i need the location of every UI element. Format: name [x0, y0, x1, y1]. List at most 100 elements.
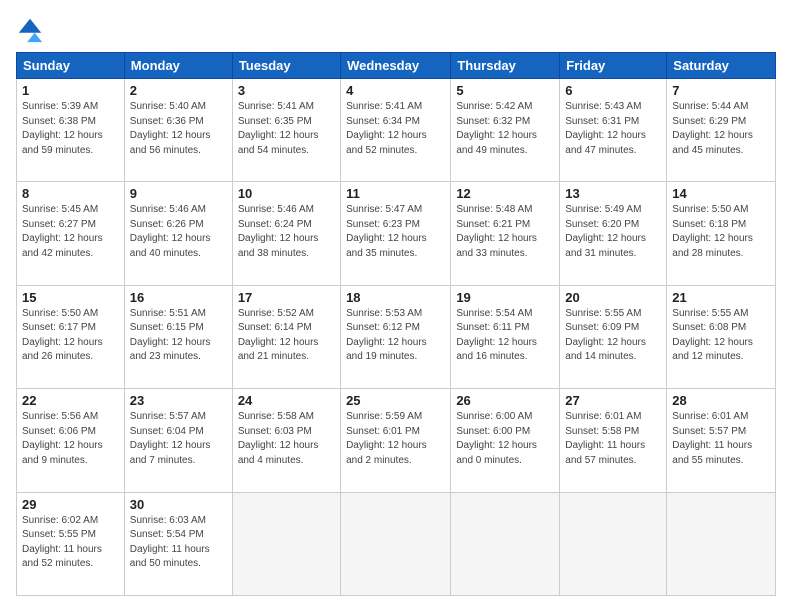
calendar-cell	[341, 492, 451, 595]
calendar-row: 1 Sunrise: 5:39 AMSunset: 6:38 PMDaylight…	[17, 79, 776, 182]
weekday-header-row: SundayMondayTuesdayWednesdayThursdayFrid…	[17, 53, 776, 79]
day-detail: Sunrise: 5:45 AMSunset: 6:27 PMDaylight:…	[22, 203, 119, 261]
day-detail: Sunrise: 5:55 AMSunset: 6:08 PMDaylight:…	[672, 307, 770, 365]
calendar-row: 29Sunrise: 6:02 AMSunset: 5:55 PMDayligh…	[17, 492, 776, 595]
day-number: 6	[565, 83, 661, 98]
day-number: 28	[672, 393, 770, 408]
calendar-cell: 30 Sunrise: 6:03 AMSunset: 5:54 PMDayligh…	[124, 492, 232, 595]
calendar-cell: 7Sunrise: 5:44 AMSunset: 6:29 PMDaylight…	[667, 79, 776, 182]
calendar-cell: 14 Sunrise: 5:50 AMSunset: 6:18 PMDayligh…	[667, 182, 776, 285]
day-detail: Sunrise: 5:40 AMSunset: 6:36 PMDaylight:…	[130, 100, 227, 158]
calendar-cell: 13 Sunrise: 5:49 AMSunset: 6:20 PMDayligh…	[560, 182, 667, 285]
weekday-header: Tuesday	[232, 53, 340, 79]
logo	[16, 16, 48, 44]
day-number: 27	[565, 393, 661, 408]
calendar-cell: 27 Sunrise: 6:01 AMSunset: 5:58 PMDayligh…	[560, 389, 667, 492]
calendar-cell	[232, 492, 340, 595]
calendar-cell: 5Sunrise: 5:42 AMSunset: 6:32 PMDaylight…	[451, 79, 560, 182]
day-number: 21	[672, 290, 770, 305]
day-number: 10	[238, 186, 335, 201]
day-number: 25	[346, 393, 445, 408]
calendar-cell: 19 Sunrise: 5:54 AMSunset: 6:11 PMDayligh…	[451, 285, 560, 388]
weekday-header: Wednesday	[341, 53, 451, 79]
calendar-cell: 12 Sunrise: 5:48 AMSunset: 6:21 PMDayligh…	[451, 182, 560, 285]
day-detail: Sunrise: 5:58 AMSunset: 6:03 PMDaylight:…	[238, 410, 335, 468]
calendar-cell: 26 Sunrise: 6:00 AMSunset: 6:00 PMDayligh…	[451, 389, 560, 492]
calendar-cell: 10 Sunrise: 5:46 AMSunset: 6:24 PMDayligh…	[232, 182, 340, 285]
day-number: 18	[346, 290, 445, 305]
weekday-header: Saturday	[667, 53, 776, 79]
day-detail: Sunrise: 5:49 AMSunset: 6:20 PMDaylight:…	[565, 203, 661, 261]
day-number: 30	[130, 497, 227, 512]
day-number: 20	[565, 290, 661, 305]
calendar-cell: 4Sunrise: 5:41 AMSunset: 6:34 PMDaylight…	[341, 79, 451, 182]
calendar-cell: 20 Sunrise: 5:55 AMSunset: 6:09 PMDayligh…	[560, 285, 667, 388]
calendar-cell: 11 Sunrise: 5:47 AMSunset: 6:23 PMDayligh…	[341, 182, 451, 285]
day-number: 16	[130, 290, 227, 305]
weekday-header: Thursday	[451, 53, 560, 79]
calendar-cell	[451, 492, 560, 595]
day-detail: Sunrise: 6:03 AMSunset: 5:54 PMDaylight:…	[130, 514, 227, 572]
day-detail: Sunrise: 5:48 AMSunset: 6:21 PMDaylight:…	[456, 203, 554, 261]
day-number: 11	[346, 186, 445, 201]
calendar-cell	[560, 492, 667, 595]
day-detail: Sunrise: 5:46 AMSunset: 6:24 PMDaylight:…	[238, 203, 335, 261]
calendar-cell: 8 Sunrise: 5:45 AMSunset: 6:27 PMDaylight…	[17, 182, 125, 285]
day-number: 13	[565, 186, 661, 201]
calendar-cell: 29Sunrise: 6:02 AMSunset: 5:55 PMDayligh…	[17, 492, 125, 595]
calendar-row: 22 Sunrise: 5:56 AMSunset: 6:06 PMDayligh…	[17, 389, 776, 492]
day-number: 8	[22, 186, 119, 201]
calendar-cell: 17 Sunrise: 5:52 AMSunset: 6:14 PMDayligh…	[232, 285, 340, 388]
day-detail: Sunrise: 6:00 AMSunset: 6:00 PMDaylight:…	[456, 410, 554, 468]
day-number: 12	[456, 186, 554, 201]
day-number: 14	[672, 186, 770, 201]
day-detail: Sunrise: 5:53 AMSunset: 6:12 PMDaylight:…	[346, 307, 445, 365]
day-number: 9	[130, 186, 227, 201]
day-number: 17	[238, 290, 335, 305]
day-detail: Sunrise: 5:50 AMSunset: 6:17 PMDaylight:…	[22, 307, 119, 365]
day-detail: Sunrise: 5:59 AMSunset: 6:01 PMDaylight:…	[346, 410, 445, 468]
day-number: 3	[238, 83, 335, 98]
day-detail: Sunrise: 5:41 AMSunset: 6:34 PMDaylight:…	[346, 100, 445, 158]
calendar-cell: 24 Sunrise: 5:58 AMSunset: 6:03 PMDayligh…	[232, 389, 340, 492]
day-detail: Sunrise: 5:50 AMSunset: 6:18 PMDaylight:…	[672, 203, 770, 261]
calendar-row: 8 Sunrise: 5:45 AMSunset: 6:27 PMDaylight…	[17, 182, 776, 285]
logo-icon	[16, 16, 44, 44]
calendar-cell: 23 Sunrise: 5:57 AMSunset: 6:04 PMDayligh…	[124, 389, 232, 492]
day-number: 26	[456, 393, 554, 408]
day-detail: Sunrise: 5:46 AMSunset: 6:26 PMDaylight:…	[130, 203, 227, 261]
day-detail: Sunrise: 5:56 AMSunset: 6:06 PMDaylight:…	[22, 410, 119, 468]
day-detail: Sunrise: 6:01 AMSunset: 5:58 PMDaylight:…	[565, 410, 661, 468]
calendar-cell: 3 Sunrise: 5:41 AMSunset: 6:35 PMDaylight…	[232, 79, 340, 182]
day-detail: Sunrise: 5:39 AMSunset: 6:38 PMDaylight:…	[22, 100, 119, 158]
header	[16, 16, 776, 44]
day-detail: Sunrise: 5:52 AMSunset: 6:14 PMDaylight:…	[238, 307, 335, 365]
day-number: 24	[238, 393, 335, 408]
day-number: 22	[22, 393, 119, 408]
calendar-cell: 2Sunrise: 5:40 AMSunset: 6:36 PMDaylight…	[124, 79, 232, 182]
day-number: 15	[22, 290, 119, 305]
day-detail: Sunrise: 5:55 AMSunset: 6:09 PMDaylight:…	[565, 307, 661, 365]
calendar-row: 15 Sunrise: 5:50 AMSunset: 6:17 PMDayligh…	[17, 285, 776, 388]
weekday-header: Monday	[124, 53, 232, 79]
calendar-cell: 15 Sunrise: 5:50 AMSunset: 6:17 PMDayligh…	[17, 285, 125, 388]
weekday-header: Friday	[560, 53, 667, 79]
calendar-cell: 18 Sunrise: 5:53 AMSunset: 6:12 PMDayligh…	[341, 285, 451, 388]
calendar-cell: 22 Sunrise: 5:56 AMSunset: 6:06 PMDayligh…	[17, 389, 125, 492]
day-detail: Sunrise: 5:41 AMSunset: 6:35 PMDaylight:…	[238, 100, 335, 158]
day-number: 19	[456, 290, 554, 305]
day-number: 23	[130, 393, 227, 408]
day-number: 1	[22, 83, 119, 98]
calendar-table: SundayMondayTuesdayWednesdayThursdayFrid…	[16, 52, 776, 596]
calendar-cell: 1 Sunrise: 5:39 AMSunset: 6:38 PMDaylight…	[17, 79, 125, 182]
calendar-cell: 21 Sunrise: 5:55 AMSunset: 6:08 PMDayligh…	[667, 285, 776, 388]
calendar-cell: 9 Sunrise: 5:46 AMSunset: 6:26 PMDaylight…	[124, 182, 232, 285]
day-detail: Sunrise: 5:47 AMSunset: 6:23 PMDaylight:…	[346, 203, 445, 261]
day-detail: Sunrise: 5:57 AMSunset: 6:04 PMDaylight:…	[130, 410, 227, 468]
calendar-cell: 6Sunrise: 5:43 AMSunset: 6:31 PMDaylight…	[560, 79, 667, 182]
day-detail: Sunrise: 5:51 AMSunset: 6:15 PMDaylight:…	[130, 307, 227, 365]
page: SundayMondayTuesdayWednesdayThursdayFrid…	[0, 0, 792, 612]
day-detail: Sunrise: 5:54 AMSunset: 6:11 PMDaylight:…	[456, 307, 554, 365]
calendar-cell: 16 Sunrise: 5:51 AMSunset: 6:15 PMDayligh…	[124, 285, 232, 388]
day-detail: Sunrise: 5:44 AMSunset: 6:29 PMDaylight:…	[672, 100, 770, 158]
